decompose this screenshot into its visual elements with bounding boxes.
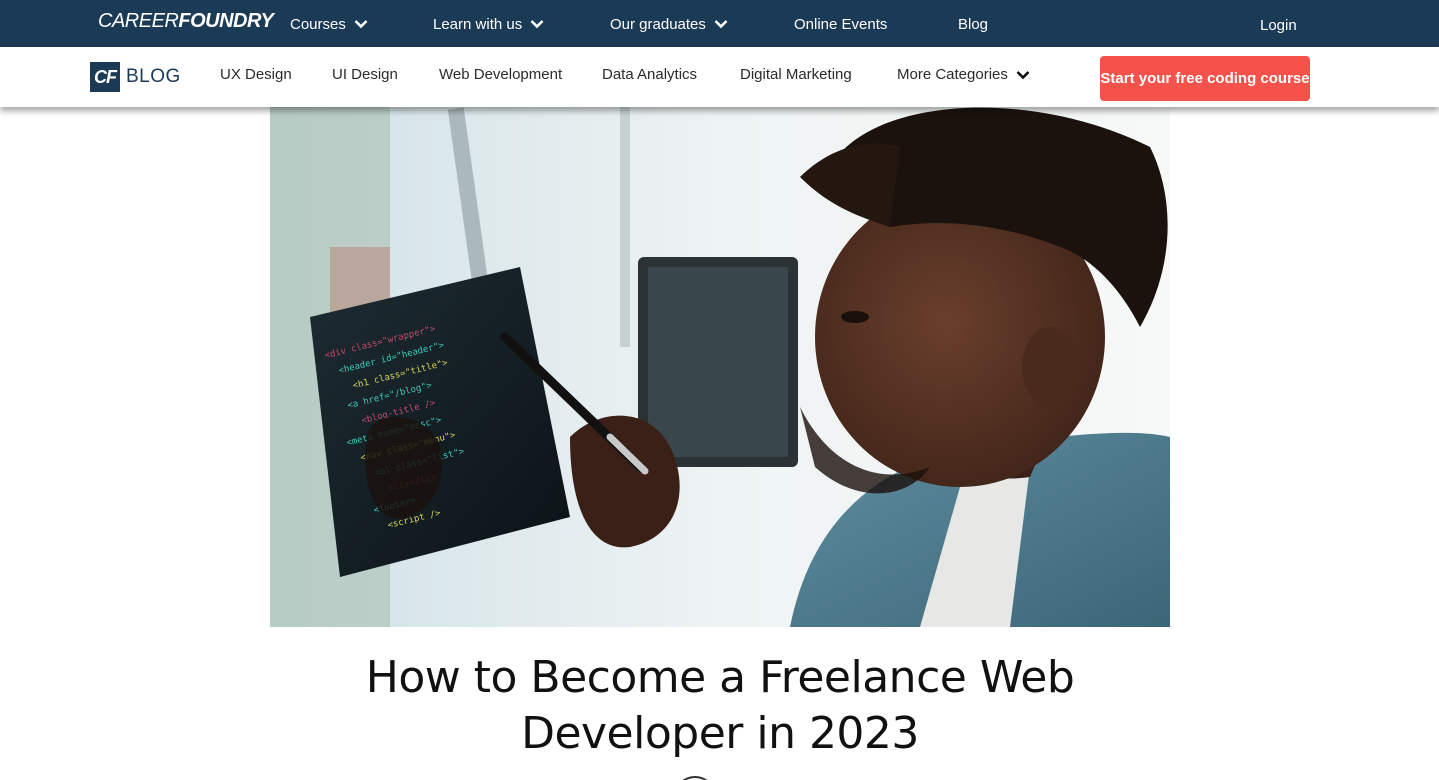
category-digital-marketing[interactable]: Digital Marketing xyxy=(740,66,852,83)
category-label: Digital Marketing xyxy=(740,66,852,83)
category-label: More Categories xyxy=(897,66,1008,83)
category-ux-design[interactable]: UX Design xyxy=(220,66,292,83)
cf-logo-mark[interactable]: CF xyxy=(90,62,120,92)
article-title: How to Become a Freelance Web Developer … xyxy=(365,652,1075,759)
category-label: UX Design xyxy=(220,66,292,83)
login-link[interactable]: Login xyxy=(1260,14,1297,36)
nav-item-learn-with-us[interactable]: Learn with us xyxy=(433,13,544,35)
category-ui-design[interactable]: UI Design xyxy=(332,66,398,83)
blog-navigation: CF BLOG UX Design UI Design Web Developm… xyxy=(0,47,1439,107)
nav-item-online-events[interactable]: Online Events xyxy=(794,13,887,35)
nav-item-our-graduates[interactable]: Our graduates xyxy=(610,13,728,35)
careerfoundry-logo[interactable]: CAREERFOUNDRY xyxy=(98,10,274,34)
author-avatar[interactable] xyxy=(674,776,716,780)
category-label: UI Design xyxy=(332,66,398,83)
logo-text-regular: CAREER xyxy=(98,10,179,32)
nav-item-blog[interactable]: Blog xyxy=(958,13,988,35)
nav-item-label: Our graduates xyxy=(610,15,706,33)
category-web-development[interactable]: Web Development xyxy=(439,66,562,83)
chevron-down-icon xyxy=(714,19,728,29)
login-label: Login xyxy=(1260,16,1297,34)
category-label: Web Development xyxy=(439,66,563,83)
blog-logo-text[interactable]: BLOG xyxy=(126,66,181,88)
start-free-course-button[interactable]: Start your free coding course xyxy=(1100,56,1310,101)
nav-item-courses[interactable]: Courses xyxy=(290,13,368,35)
category-data-analytics[interactable]: Data Analytics xyxy=(602,66,697,83)
nav-item-label: Blog xyxy=(958,15,989,33)
nav-item-label: Online Events xyxy=(794,15,888,33)
top-navigation: CAREERFOUNDRY Courses Learn with us Our … xyxy=(0,0,1439,47)
chevron-down-icon xyxy=(530,19,544,29)
nav-item-label: Learn with us xyxy=(433,15,523,33)
category-more-categories[interactable]: More Categories xyxy=(897,66,1030,83)
nav-item-label: Courses xyxy=(290,15,346,33)
category-label: Data Analytics xyxy=(602,66,698,83)
logo-text-bold: FOUNDRY xyxy=(178,10,274,32)
chevron-down-icon xyxy=(1016,70,1030,80)
hero-image: <div class="wrapper"> <header id="header… xyxy=(270,107,1170,627)
chevron-down-icon xyxy=(354,19,368,29)
